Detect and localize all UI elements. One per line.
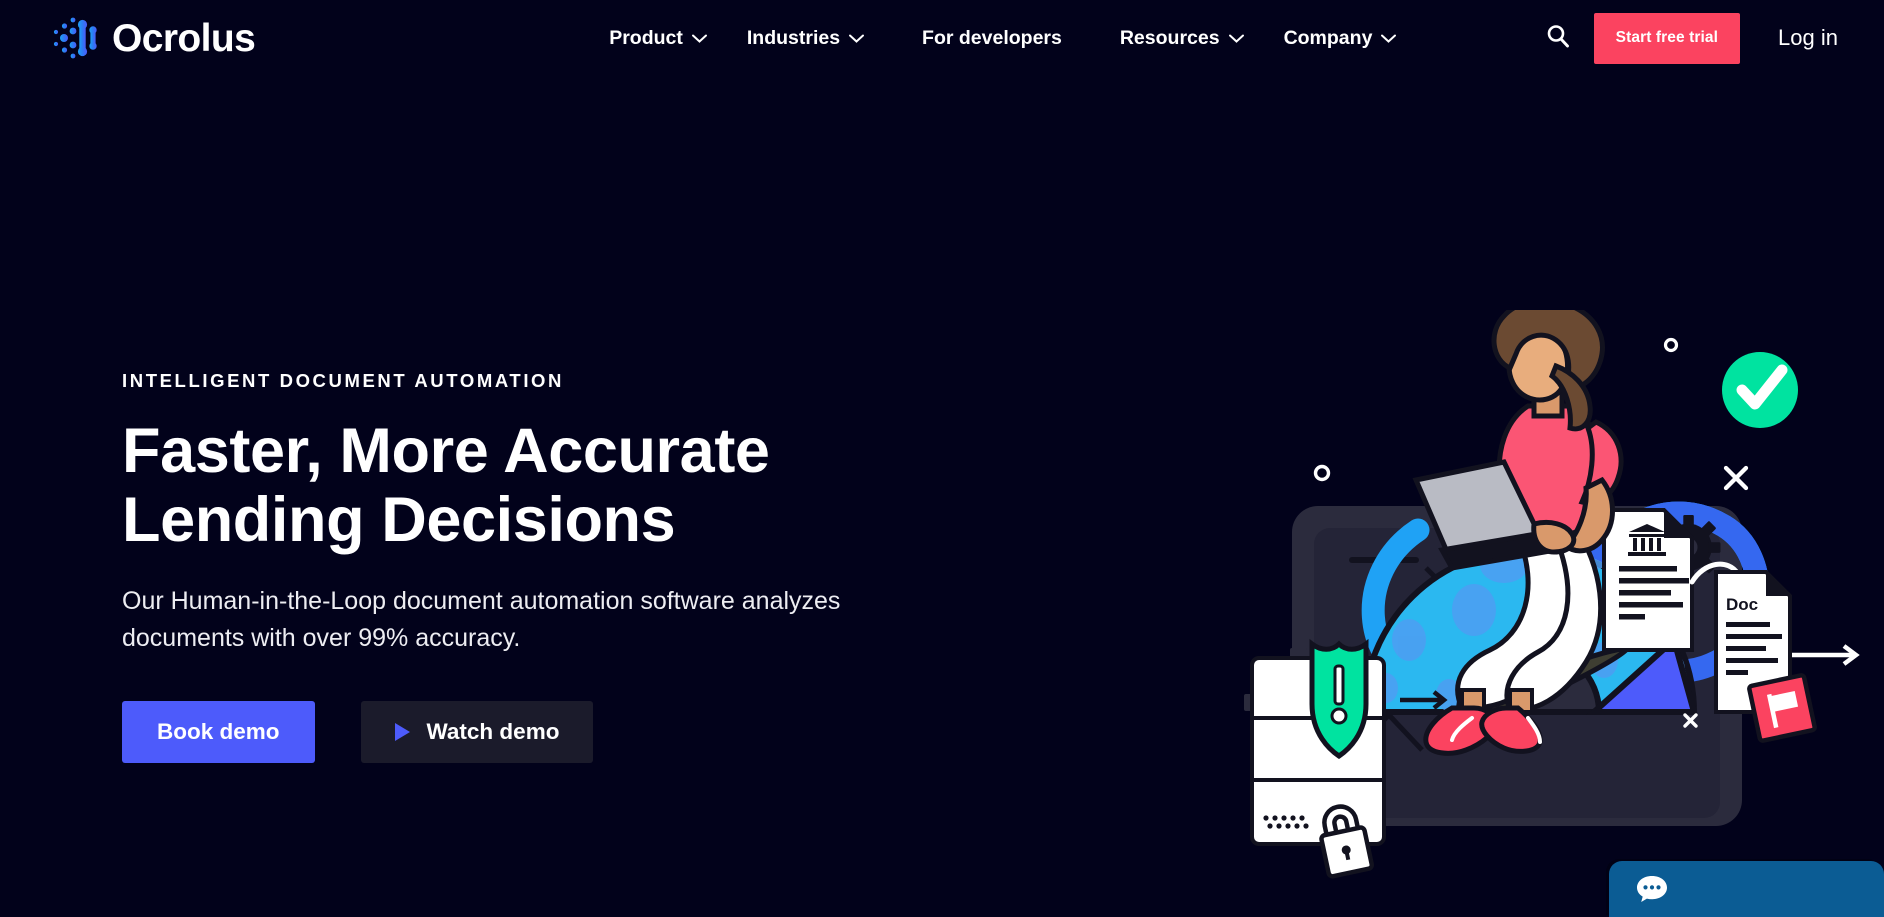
dot-marker — [1663, 337, 1679, 353]
nav-item-label: Industries — [746, 26, 841, 49]
hero-illustration: Doc — [1204, 310, 1884, 917]
nav-actions: Start free trial Log in — [1536, 12, 1838, 64]
watch-demo-label: Watch demo — [426, 718, 560, 744]
main-navigation: Ocrolus Product Industries For developer… — [0, 0, 1884, 76]
nav-item-resources[interactable]: Resources — [1100, 21, 1264, 56]
hero-eyebrow: Intelligent Document Automation — [122, 370, 565, 391]
brand-logo[interactable]: Ocrolus — [52, 10, 256, 66]
doc-label: Doc — [1726, 595, 1758, 614]
login-link[interactable]: Log in — [1778, 25, 1838, 51]
chat-widget-button[interactable] — [1609, 861, 1884, 917]
play-icon — [394, 722, 410, 741]
nav-item-label: Product — [609, 26, 683, 49]
ocrolus-dot-matrix-logo-icon — [52, 15, 102, 61]
nav-item-label: For developers — [922, 26, 1062, 49]
chat-bubble-icon — [1635, 874, 1669, 904]
nav-links: Product Industries For developers Resour… — [609, 21, 1416, 56]
start-free-trial-button[interactable]: Start free trial — [1593, 12, 1741, 64]
arrow-right-icon — [1782, 644, 1860, 666]
search-icon — [1545, 23, 1571, 54]
chevron-down-icon — [1228, 34, 1244, 43]
brand-name: Ocrolus — [112, 16, 256, 60]
nav-item-industries[interactable]: Industries — [727, 21, 884, 56]
bank-document-icon — [1602, 508, 1694, 652]
watch-demo-button[interactable]: Watch demo — [360, 700, 594, 763]
nav-item-for-developers[interactable]: For developers — [884, 21, 1100, 56]
nav-item-company[interactable]: Company — [1264, 21, 1417, 56]
nav-item-label: Company — [1283, 26, 1373, 49]
x-mark-icon — [1723, 465, 1749, 491]
chevron-down-icon — [691, 34, 707, 43]
hero-copy: Intelligent Document Automation Faster, … — [122, 370, 942, 763]
dot-marker — [1313, 464, 1331, 482]
page-title: Faster, More Accurate Lending Decisions — [122, 417, 942, 554]
nav-item-label: Resources — [1119, 26, 1220, 49]
book-demo-button[interactable]: Book demo — [122, 700, 315, 763]
hero-section: Intelligent Document Automation Faster, … — [0, 0, 1884, 917]
hero-title-line-2: Lending Decisions — [122, 484, 676, 555]
chevron-down-icon — [1381, 34, 1397, 43]
hero-title-line-1: Faster, More Accurate — [122, 416, 770, 487]
shield-alert-icon — [1309, 638, 1369, 760]
chevron-down-icon — [849, 34, 865, 43]
secure-form-card — [1250, 638, 1386, 879]
hero-subtitle: Our Human-in-the-Loop document automatio… — [122, 586, 841, 652]
green-check-badge — [1722, 352, 1798, 428]
nav-item-product[interactable]: Product — [609, 21, 727, 56]
pink-flag-badge — [1747, 673, 1817, 743]
page-root: Ocrolus Product Industries For developer… — [0, 0, 1884, 917]
search-button[interactable] — [1536, 16, 1580, 60]
hero-actions: Book demo Watch demo — [122, 700, 942, 763]
